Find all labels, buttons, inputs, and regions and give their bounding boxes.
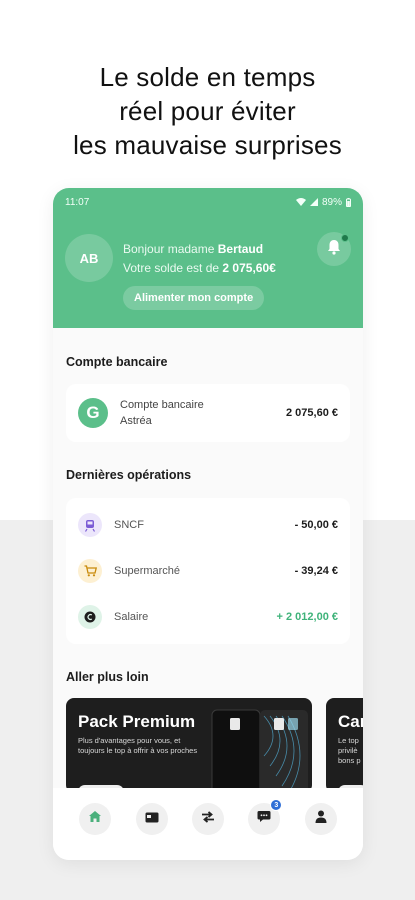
promo2-description: Le top privilè bons p	[338, 736, 361, 766]
balance-value: 2 075,60€	[222, 261, 276, 275]
balance-label: Votre solde est de	[123, 261, 220, 275]
avatar[interactable]: AB	[65, 234, 113, 282]
headline-line-1: Le solde en temps	[99, 62, 316, 92]
account-name: Compte bancaire Astréa	[120, 397, 204, 429]
headline-line-2: réel pour éviter	[119, 96, 296, 126]
notification-dot	[341, 234, 349, 242]
bank-section-title: Compte bancaire	[66, 355, 168, 369]
nav-chat[interactable]: 3	[248, 799, 283, 835]
chat-badge: 3	[270, 799, 283, 811]
operation-label: Salaire	[114, 611, 149, 623]
account-name-line1: Compte bancaire	[120, 399, 204, 411]
promo2-desc-line3: bons p	[338, 756, 361, 765]
train-icon	[78, 513, 102, 537]
status-icons: 89%	[295, 196, 351, 208]
headline-line-3: les mauvaise surprises	[73, 130, 342, 160]
operation-label: Supermarché	[114, 565, 181, 577]
wifi-icon	[295, 198, 306, 206]
signal-icon	[309, 198, 318, 206]
status-bar: 11:07 89%	[53, 188, 363, 216]
list-item[interactable]: Salaire + 2 012,00 €	[78, 594, 338, 640]
list-item[interactable]: SNCF - 50,00 €	[78, 502, 338, 548]
more-section-title: Aller plus loin	[66, 670, 149, 684]
promo-description: Plus d'avantages pour vous, et toujours …	[78, 736, 198, 755]
coin-icon	[78, 605, 102, 629]
nav-card[interactable]	[135, 803, 168, 835]
phone-screen: 11:07 89% AB Bonjour madame Bertaud Votr…	[53, 188, 363, 860]
battery-icon	[346, 197, 351, 207]
nav-home[interactable]	[79, 803, 112, 835]
greeting-text: Bonjour madame	[123, 242, 215, 256]
cart-icon	[78, 559, 102, 583]
promo-card-secondary[interactable]: Car Le top privilè bons p	[326, 698, 363, 793]
header-panel: 11:07 89% AB Bonjour madame Bertaud Votr…	[53, 188, 363, 328]
chat-icon	[257, 810, 271, 828]
operations-section-title: Dernières opérations	[66, 468, 192, 482]
nav-profile[interactable]	[304, 803, 337, 835]
bank-logo: G	[78, 398, 108, 428]
promo2-desc-line2: privilè	[338, 746, 358, 755]
battery-percent: 89%	[321, 196, 342, 208]
operations-list: SNCF - 50,00 € Supermarché - 39,24 € Sal…	[66, 498, 350, 644]
operation-label: SNCF	[114, 519, 144, 531]
bottom-nav: 3	[53, 788, 363, 860]
promo-title: Pack Premium	[78, 712, 196, 731]
account-amount: 2 075,60 €	[286, 407, 338, 419]
user-name: Bertaud	[217, 242, 264, 256]
bank-account-card[interactable]: G Compte bancaire Astréa 2 075,60 €	[66, 384, 350, 442]
operation-amount: - 39,24 €	[294, 565, 338, 577]
transfer-icon	[201, 810, 215, 828]
promo2-desc-line1: Le top	[338, 736, 359, 745]
greeting-block: Bonjour madame Bertaud Votre solde est d…	[123, 240, 276, 278]
notifications-button[interactable]	[317, 232, 351, 266]
profile-icon	[315, 810, 327, 828]
marketing-headline: Le solde en temps réel pour éviter les m…	[0, 60, 415, 162]
promo-card-premium[interactable]: Pack Premium Plus d'avantages pour vous,…	[66, 698, 312, 793]
list-item[interactable]: Supermarché - 39,24 €	[78, 548, 338, 594]
status-time: 11:07	[65, 196, 90, 208]
operation-amount: - 50,00 €	[294, 519, 338, 531]
promo2-title: Car	[338, 712, 363, 731]
card-icon	[145, 810, 159, 828]
bell-icon	[327, 239, 341, 260]
nav-transfer[interactable]	[191, 803, 224, 835]
home-icon	[88, 810, 102, 828]
premium-cards-illustration	[202, 706, 312, 793]
operation-amount: + 2 012,00 €	[276, 611, 338, 623]
account-name-line2: Astréa	[120, 415, 152, 427]
topup-button[interactable]: Alimenter mon compte	[123, 286, 265, 310]
